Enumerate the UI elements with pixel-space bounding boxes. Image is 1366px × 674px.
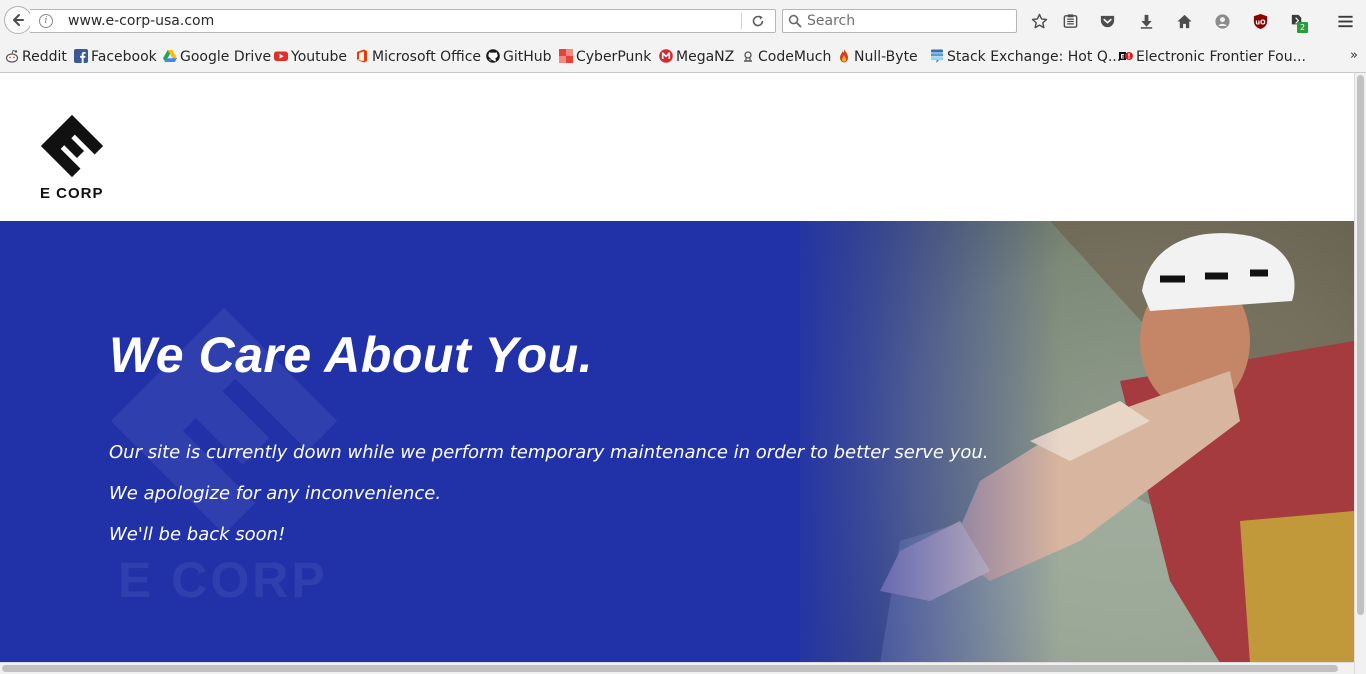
account-button[interactable] (1212, 11, 1232, 31)
bookmark-eff[interactable]: E Electronic Frontier Fou... (1119, 48, 1306, 66)
bookmark-label: Microsoft Office (372, 49, 482, 65)
bookmark-label: Stack Exchange: Hot Q... (947, 49, 1122, 65)
url-bar[interactable]: i www.e-corp-usa.com (30, 9, 776, 33)
page-content: E CORP E CORP We Care About You. Our sit… (0, 73, 1354, 663)
svg-text:E: E (1120, 54, 1124, 61)
vertical-scrollbar-thumb[interactable] (1357, 75, 1364, 615)
bookmark-google-drive[interactable]: Google Drive (163, 48, 271, 66)
youtube-icon (274, 49, 288, 63)
downloads-button[interactable] (1136, 11, 1156, 31)
search-input[interactable] (807, 11, 1007, 31)
bookmark-label: Reddit (22, 49, 67, 65)
menu-icon (1337, 15, 1353, 27)
bookmark-codemuch[interactable]: CodeMuch (741, 48, 831, 66)
bookmark-label: Electronic Frontier Fou... (1136, 49, 1306, 65)
google-drive-icon (163, 49, 177, 63)
headline: We Care About You. (109, 327, 594, 383)
menu-button[interactable] (1335, 11, 1355, 31)
bookmark-stack-exchange[interactable]: Stack Exchange: Hot Q... (930, 48, 1121, 66)
svg-text:uO: uO (1255, 18, 1266, 26)
home-button[interactable] (1174, 11, 1194, 31)
bookmark-cyberpunk[interactable]: CyberPunk (559, 48, 651, 66)
download-icon (1140, 14, 1152, 29)
bookmark-label: Facebook (91, 49, 157, 65)
ecorp-logo[interactable]: E CORP (38, 113, 108, 205)
bookmark-github[interactable]: GitHub (486, 48, 552, 66)
github-icon (486, 49, 500, 63)
cyberpunk-icon (559, 49, 573, 63)
bookmark-youtube[interactable]: Youtube (274, 48, 347, 66)
browser-toolbar: i www.e-corp-usa.com Search uO 2 (0, 0, 1366, 42)
horizontal-scrollbar[interactable] (0, 662, 1354, 674)
bookmark-label: Youtube (291, 49, 347, 65)
ecorp-logo-mark (40, 114, 104, 178)
bookmarks-bar: Reddit Facebook Google Drive Youtube Mic… (0, 42, 1366, 73)
pocket-icon (1100, 15, 1114, 27)
url-separator (741, 13, 742, 29)
search-bar[interactable] (782, 9, 1017, 33)
star-icon (1031, 13, 1047, 28)
bookmarks-overflow-button[interactable]: » (1350, 47, 1358, 65)
null-byte-icon (837, 49, 851, 63)
reddit-icon (5, 49, 19, 63)
bookmark-label: GitHub (503, 49, 552, 65)
bookmark-label: CodeMuch (758, 49, 832, 65)
stack-exchange-icon (930, 49, 944, 63)
bookmark-meganz[interactable]: MegaNZ (659, 48, 734, 66)
pocket-button[interactable] (1097, 11, 1117, 31)
back-soon-message: We'll be back soon! (109, 524, 286, 545)
eff-icon: E (1119, 49, 1133, 63)
url-text[interactable]: www.e-corp-usa.com (68, 13, 214, 29)
facebook-icon (74, 49, 88, 63)
search-icon (788, 14, 802, 28)
codemuch-icon (741, 49, 755, 63)
bookmark-label: MegaNZ (676, 49, 735, 65)
account-icon (1214, 13, 1230, 29)
bookmark-star-button[interactable] (1029, 11, 1049, 31)
bookmark-label: CyberPunk (576, 49, 652, 65)
reading-list-button[interactable] (1060, 11, 1080, 31)
vertical-scrollbar[interactable] (1354, 73, 1366, 674)
bookmarks-overflow-icon: » (1350, 48, 1358, 63)
ublock-icon: uO (1253, 13, 1267, 29)
home-icon (1176, 14, 1192, 28)
back-icon (13, 14, 24, 26)
bookmark-null-byte[interactable]: Null-Byte (837, 48, 918, 66)
bookmark-label: Null-Byte (854, 49, 918, 65)
office-icon (355, 49, 369, 63)
mega-icon (659, 49, 673, 63)
bookmark-label: Google Drive (180, 49, 272, 65)
maintenance-message: Our site is currently down while we perf… (109, 442, 989, 463)
bookmark-reddit[interactable]: Reddit (5, 48, 67, 66)
bookmark-facebook[interactable]: Facebook (74, 48, 157, 66)
ecorp-watermark-text: E CORP (118, 552, 328, 608)
extension-button[interactable]: 2 (1287, 11, 1308, 33)
ublock-button[interactable]: uO (1250, 11, 1270, 31)
horizontal-scrollbar-thumb[interactable] (2, 665, 1338, 672)
bookmark-microsoft-office[interactable]: Microsoft Office (355, 48, 481, 66)
maintenance-hero: E CORP We Care About You. Our site is cu… (0, 221, 1354, 663)
ecorp-logo-text: E CORP (40, 185, 104, 202)
reload-icon[interactable] (751, 14, 765, 28)
info-icon[interactable]: i (39, 14, 53, 28)
notification-badge: 2 (1297, 22, 1308, 33)
reading-list-icon (1063, 13, 1077, 28)
back-button[interactable] (4, 6, 32, 34)
apology-message: We apologize for any inconvenience. (109, 483, 442, 504)
